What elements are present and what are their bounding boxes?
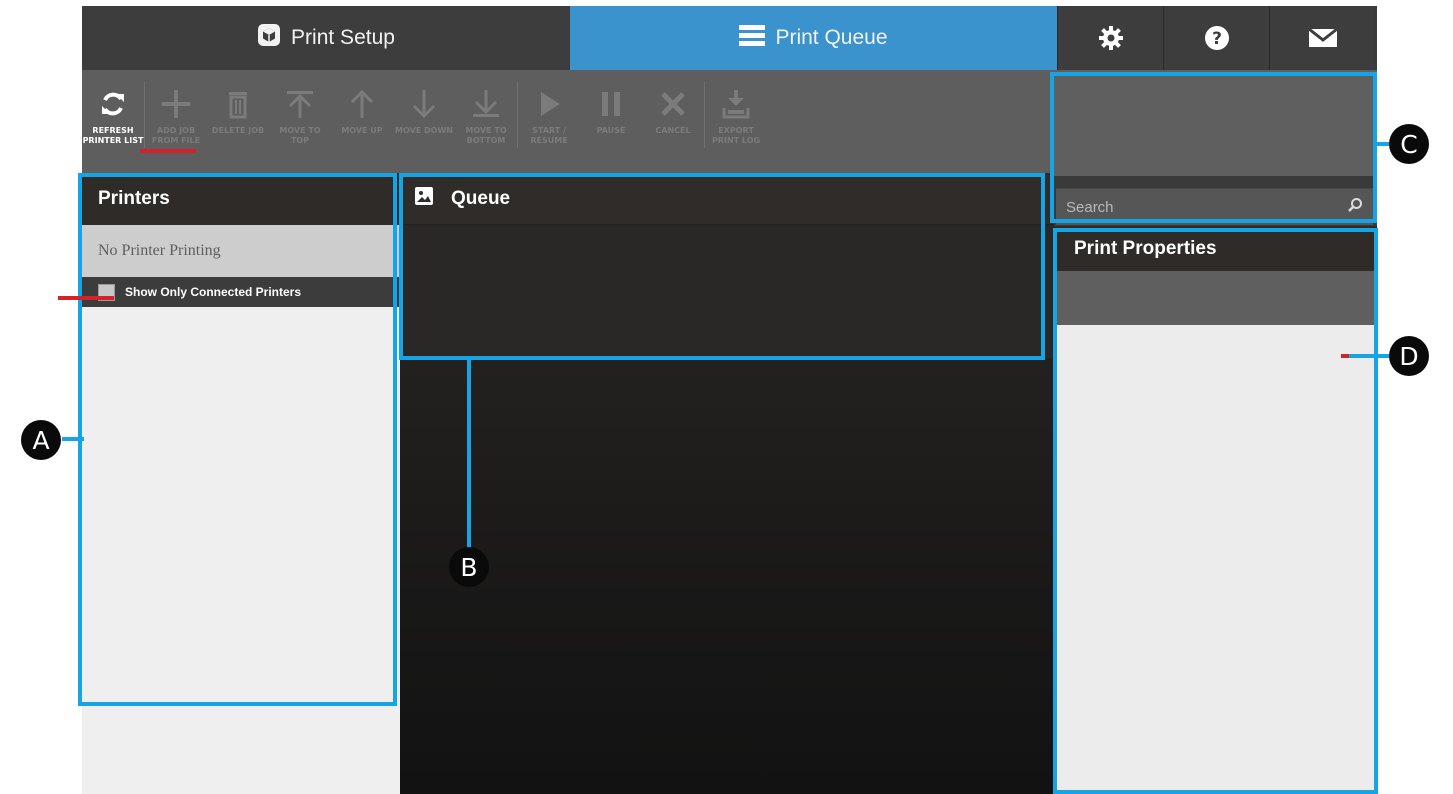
gear-icon <box>1097 24 1125 52</box>
svg-text:?: ? <box>1212 29 1222 49</box>
pause-label: PAUSE <box>596 126 626 135</box>
marker-checkbox <box>58 296 114 300</box>
connector-d <box>1345 354 1391 358</box>
callout-badge-d: D <box>1389 336 1429 376</box>
export-print-log-label: EXPORT PRINT LOG <box>711 126 761 145</box>
highlight-queue-panel <box>399 173 1045 360</box>
arrow-down-icon <box>412 90 436 119</box>
delete-job-button[interactable]: DELETE JOB <box>207 70 269 173</box>
mail-button[interactable] <box>1269 6 1375 70</box>
callout-badge-b: B <box>449 547 489 587</box>
move-to-top-label: MOVE TO TOP <box>279 126 321 145</box>
play-icon <box>541 92 560 116</box>
help-button[interactable]: ? <box>1163 6 1269 70</box>
cancel-label: CANCEL <box>655 126 691 135</box>
refresh-printer-list-label: REFRESH PRINTER LIST <box>82 126 144 145</box>
plus-icon <box>162 90 190 118</box>
delete-job-label: DELETE JOB <box>211 126 265 135</box>
mail-icon <box>1307 27 1338 49</box>
pause-button[interactable]: PAUSE <box>580 70 642 173</box>
arrow-up-icon <box>350 89 374 118</box>
tab-print-setup-label: Print Setup <box>291 26 395 49</box>
add-job-from-file-button[interactable]: ADD JOB FROM FILE <box>145 70 207 173</box>
start-resume-label: START / RESUME <box>530 126 568 145</box>
trash-icon <box>229 92 247 119</box>
settings-button[interactable] <box>1057 6 1163 70</box>
move-up-label: MOVE UP <box>341 126 383 135</box>
cancel-button[interactable]: CANCEL <box>642 70 704 173</box>
highlight-search-area <box>1050 72 1377 223</box>
tab-print-setup[interactable]: Print Setup <box>82 6 570 70</box>
hamburger-icon <box>739 23 766 53</box>
toolbar: REFRESH PRINTER LIST ADD JOB FROM FILE D… <box>82 70 1052 173</box>
move-down-label: MOVE DOWN <box>395 126 453 135</box>
marker-refresh <box>140 149 196 153</box>
x-icon <box>661 92 685 116</box>
highlight-properties-panel <box>1053 228 1378 794</box>
export-icon <box>722 90 750 119</box>
tab-print-queue[interactable]: Print Queue <box>570 6 1057 70</box>
screenshot: Print Setup Print Queue ? REFRESH PRINTE… <box>0 0 1453 794</box>
move-down-button[interactable]: MOVE DOWN <box>393 70 455 173</box>
callout-badge-c: C <box>1389 124 1429 164</box>
box-icon <box>257 23 281 53</box>
move-to-top-icon <box>287 91 313 118</box>
help-icon: ? <box>1204 25 1230 51</box>
add-job-from-file-label: ADD JOB FROM FILE <box>151 126 201 145</box>
move-to-bottom-button[interactable]: MOVE TO BOTTOM <box>455 70 517 173</box>
export-print-log-button[interactable]: EXPORT PRINT LOG <box>705 70 767 173</box>
highlight-printers-panel <box>78 173 397 706</box>
tab-print-queue-label: Print Queue <box>775 26 888 49</box>
callout-badge-a: A <box>21 420 61 460</box>
start-resume-button[interactable]: START / RESUME <box>518 70 580 173</box>
refresh-printer-list-button[interactable]: REFRESH PRINTER LIST <box>82 70 144 173</box>
connector-a <box>62 437 84 441</box>
move-to-bottom-icon <box>473 90 499 117</box>
pause-icon <box>602 92 620 116</box>
move-up-button[interactable]: MOVE UP <box>331 70 393 173</box>
top-nav: Print Setup Print Queue ? <box>82 6 1377 70</box>
connector-b <box>467 358 471 548</box>
move-to-top-button[interactable]: MOVE TO TOP <box>269 70 331 173</box>
refresh-icon <box>102 92 124 116</box>
move-to-bottom-label: MOVE TO BOTTOM <box>465 126 507 145</box>
marker-properties <box>1341 354 1349 358</box>
